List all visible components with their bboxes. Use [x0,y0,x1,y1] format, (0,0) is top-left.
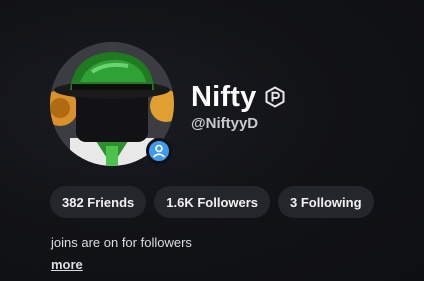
username: @NiftyyD [191,115,259,132]
more-link[interactable]: more [51,257,83,273]
user-presence-icon [146,138,172,164]
person-icon [152,144,166,158]
about-text: joins are on for followers [51,235,192,250]
premium-badge-icon [264,86,286,108]
friends-button[interactable]: 382 Friends [50,186,147,218]
avatar-container [50,42,174,166]
stats-row: 382 Friends 1.6K Followers 3 Following [50,186,374,218]
display-name: Nifty [191,81,257,113]
name-row: Nifty [191,80,286,114]
profile-page: Nifty @NiftyyD 382 Friends 1.6K Follower… [0,0,424,281]
followers-button[interactable]: 1.6K Followers [154,186,271,218]
following-button[interactable]: 3 Following [278,186,374,218]
